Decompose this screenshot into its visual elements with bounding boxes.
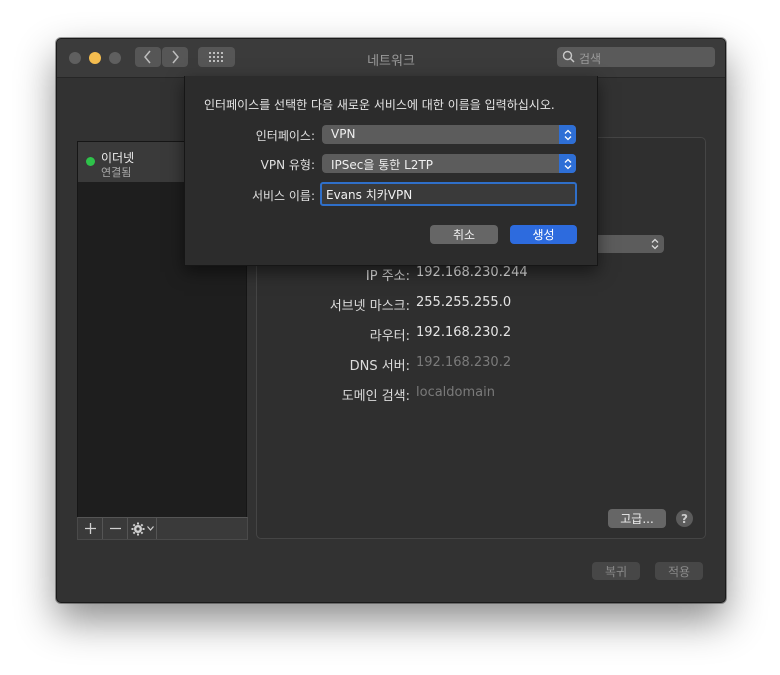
- search-icon: [562, 50, 575, 66]
- sheet-prompt: 인터페이스를 선택한 다음 새로운 서비스에 대한 이름을 입력하십시오.: [204, 98, 555, 112]
- subnet-value: 255.255.255.0: [416, 295, 512, 310]
- vpn-type-value: IPSec을 통한 L2TP: [331, 158, 434, 172]
- chevron-down-icon: [146, 526, 154, 531]
- router-label: 라우터:: [369, 329, 410, 344]
- interface-label: 인터페이스:: [255, 129, 315, 143]
- interface-value: VPN: [331, 127, 356, 141]
- plus-icon: [84, 523, 96, 534]
- router-value: 192.168.230.2: [416, 325, 512, 340]
- gear-icon: [131, 522, 144, 535]
- dns-value: 192.168.230.2: [416, 355, 512, 370]
- updown-chevron-icon: [559, 154, 576, 173]
- vpn-type-label: VPN 유형:: [260, 158, 315, 172]
- apply-button[interactable]: 적용: [655, 562, 703, 580]
- action-menu-button[interactable]: [128, 518, 157, 539]
- revert-button[interactable]: 복귀: [592, 562, 640, 580]
- new-service-sheet: 인터페이스를 선택한 다음 새로운 서비스에 대한 이름을 입력하십시오. 인터…: [184, 76, 598, 266]
- updown-chevron-icon: [651, 238, 659, 250]
- subnet-label: 서브넷 마스크:: [329, 299, 410, 314]
- status-dot-icon: [86, 157, 95, 166]
- domain-label: 도메인 검색:: [341, 389, 410, 404]
- vpn-type-popup[interactable]: IPSec을 통한 L2TP: [322, 154, 576, 173]
- ip-label: IP 주소:: [365, 269, 410, 284]
- service-name-label: 서비스 이름:: [251, 189, 315, 203]
- updown-chevron-icon: [559, 125, 576, 144]
- search-field[interactable]: 검색: [557, 47, 715, 67]
- create-button[interactable]: 생성: [510, 225, 577, 244]
- search-placeholder: 검색: [579, 52, 602, 66]
- help-button[interactable]: ?: [676, 510, 693, 527]
- service-name-field[interactable]: [320, 182, 577, 206]
- configure-popup[interactable]: [592, 235, 664, 253]
- advanced-button[interactable]: 고급...: [608, 509, 666, 528]
- service-status: 연결됨: [101, 166, 132, 179]
- service-name-input[interactable]: [326, 186, 566, 202]
- title-bar: 네트워크 검색: [57, 39, 725, 78]
- ip-value: 192.168.230.244: [416, 265, 528, 280]
- dns-label: DNS 서버:: [349, 359, 410, 374]
- add-service-button[interactable]: [78, 518, 103, 539]
- interface-popup[interactable]: VPN: [322, 125, 576, 144]
- cancel-button[interactable]: 취소: [430, 225, 498, 244]
- domain-value: localdomain: [416, 385, 495, 400]
- service-list-toolbar: [77, 517, 248, 540]
- remove-service-button[interactable]: [103, 518, 128, 539]
- minus-icon: [109, 527, 121, 530]
